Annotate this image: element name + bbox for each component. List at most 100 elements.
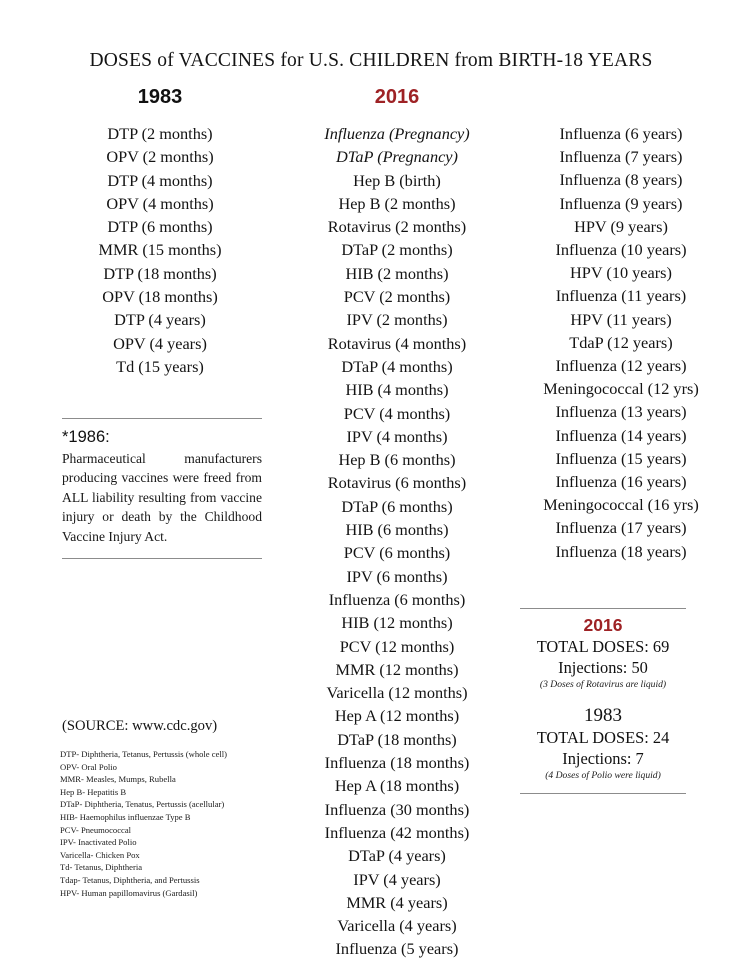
dose-item: Influenza (6 years) xyxy=(559,124,683,143)
page-title: DOSES of VACCINES for U.S. CHILDREN from… xyxy=(89,50,653,71)
dose-item: Hep B (birth) xyxy=(353,170,441,190)
dose-item: PCV (2 months) xyxy=(343,287,451,307)
dose-item: Influenza (16 years) xyxy=(555,472,687,492)
dose-item: Influenza (8 years) xyxy=(559,170,683,190)
dose-item: Meningococcal (16 yrs) xyxy=(543,495,699,515)
column-2016-second: Influenza (6 years) Influenza (7 years) In… xyxy=(508,86,734,563)
dose-item: DTP (4 years) xyxy=(114,310,206,330)
dose-item: HIB (2 months) xyxy=(345,263,449,283)
legend-item: HIB- Haemophilus influenzae Type B xyxy=(60,811,191,822)
dose-list-2016-second: Influenza (6 years) Influenza (7 years) In… xyxy=(508,122,734,563)
dose-item: Rotavirus (4 months) xyxy=(327,333,467,353)
dose-item: DTaP (18 months) xyxy=(337,729,457,749)
legend-item: Td- Tetanus, Diphtheria xyxy=(60,862,143,873)
legend-item: HPV- Human papillomavirus (Gardasil) xyxy=(60,887,198,898)
dose-item: Hep B (6 months) xyxy=(338,450,456,470)
dose-item: Influenza (10 years) xyxy=(555,240,687,260)
dose-item: MMR (15 months) xyxy=(98,240,222,260)
legend-item: DTaP- Diphtheria, Tenatus, Pertussis (ac… xyxy=(60,799,225,810)
source-line: (SOURCE: www.cdc.gov) xyxy=(62,718,218,734)
dose-item: Td (15 years) xyxy=(116,356,204,376)
note-box-1986: *1986: Pharmaceutical manufacturers prod… xyxy=(62,418,262,560)
dose-item: DTP (4 months) xyxy=(107,170,213,190)
legend-item: Hep B- Hepatitis B xyxy=(60,786,127,797)
legend-item: DTP- Diphtheria, Tetanus, Pertussis (who… xyxy=(60,749,228,759)
totals-rule-top xyxy=(520,608,686,609)
abbreviation-legend: DTP- Diphtheria, Tetanus, Pertussis (who… xyxy=(60,748,290,899)
dose-item: Influenza (5 years) xyxy=(335,939,459,959)
dose-item: DTP (6 months) xyxy=(107,217,213,237)
totals-note-1983: (4 Doses of Polio were liquid) xyxy=(545,770,661,781)
totals-year-2016: 2016 xyxy=(583,615,623,635)
dose-item: MMR (12 months) xyxy=(335,659,459,679)
legend-item: IPV- Inactivated Polio xyxy=(60,837,137,848)
dose-item: PCV (6 months) xyxy=(343,543,451,563)
dose-item: PCV (4 months) xyxy=(343,403,451,423)
legend-item: Tdap- Tetanus, Diphtheria, and Pertussis xyxy=(60,874,200,885)
dose-item: Influenza (15 years) xyxy=(555,448,687,468)
column-2016-first: 2016 Influenza (Pregnancy) DTaP (Pregnanc… xyxy=(288,86,506,961)
totals-injections-2016: Injections: 50 xyxy=(558,658,648,677)
dose-item: HPV (10 years) xyxy=(570,263,672,283)
totals-year-1983: 1983 xyxy=(584,705,622,726)
dose-list-2016-first: Influenza (Pregnancy) DTaP (Pregnancy) Hep… xyxy=(288,122,506,961)
totals-rule-bottom xyxy=(520,793,686,794)
dose-item: Influenza (14 years) xyxy=(555,425,687,445)
dose-item: DTaP (Pregnancy) xyxy=(336,147,458,167)
dose-item: IPV (2 months) xyxy=(346,310,448,330)
totals-injections-1983: Injections: 7 xyxy=(562,749,644,768)
dose-item: Rotavirus (2 months) xyxy=(327,217,467,237)
dose-item: DTaP (4 years) xyxy=(348,846,446,866)
dose-item: Hep A (18 months) xyxy=(334,776,460,796)
note-rule-bottom xyxy=(62,558,262,560)
column-heading-2016: 2016 xyxy=(374,86,420,108)
dose-item: Influenza (18 years) xyxy=(555,541,687,561)
note-title: *1986: xyxy=(62,428,110,446)
dose-item: Meningococcal (12 yrs) xyxy=(543,379,699,399)
dose-item: Influenza (30 months) xyxy=(324,799,470,819)
dose-item: Influenza (13 years) xyxy=(555,402,687,422)
dose-item: Influenza (18 months) xyxy=(324,753,470,773)
dose-item: Hep B (2 months) xyxy=(338,193,456,213)
dose-item: OPV (2 months) xyxy=(106,147,214,167)
dose-item: DTP (2 months) xyxy=(107,124,213,143)
dose-item: DTP (18 months) xyxy=(103,263,217,283)
dose-item: Hep A (12 months) xyxy=(334,706,460,726)
dose-item: Influenza (9 years) xyxy=(559,193,683,213)
dose-item: TdaP (12 years) xyxy=(569,332,673,352)
legend-item: PCV- Pneumococcal xyxy=(60,824,132,835)
dose-item: PCV (12 months) xyxy=(339,636,455,656)
dose-item: DTaP (4 months) xyxy=(341,356,453,376)
dose-item: MMR (4 years) xyxy=(346,892,448,912)
legend-item: MMR- Measles, Mumps, Rubella xyxy=(60,774,176,785)
column-heading-1983: 1983 xyxy=(137,86,183,108)
dose-item: Influenza (11 years) xyxy=(555,286,687,306)
column-1983: 1983 DTP (2 months) OPV (2 months) DTP (4 … xyxy=(40,86,280,378)
legend-item: Varicella- Chicken Pox xyxy=(60,849,140,860)
dose-item: OPV (4 years) xyxy=(113,333,207,353)
infographic-page: { "title": "DOSES of VACCINES for U.S. C… xyxy=(0,0,742,960)
dose-item: HIB (12 months) xyxy=(341,613,453,633)
dose-item: OPV (18 months) xyxy=(102,287,218,307)
dose-item: DTaP (2 months) xyxy=(341,240,453,260)
dose-item: DTaP (6 months) xyxy=(341,496,453,516)
legend-item: OPV- Oral Polio xyxy=(60,761,117,772)
dose-item: Influenza (42 months) xyxy=(324,822,470,842)
totals-doses-2016: TOTAL DOSES: 69 xyxy=(536,637,670,656)
dose-item: IPV (4 months) xyxy=(346,426,448,446)
note-body: Pharmaceutical manufacturers producing v… xyxy=(62,451,262,544)
dose-item: OPV (4 months) xyxy=(106,193,214,213)
totals-doses-1983: TOTAL DOSES: 24 xyxy=(536,728,670,747)
dose-item: IPV (6 months) xyxy=(346,566,448,586)
totals-box: 2016 TOTAL DOSES: 69 Injections: 50 (3 D… xyxy=(520,608,686,794)
dose-item: Influenza (Pregnancy) xyxy=(324,124,470,143)
dose-item: Influenza (6 months) xyxy=(328,589,466,609)
dose-item: Rotavirus (6 months) xyxy=(327,473,467,493)
dose-item: HIB (4 months) xyxy=(345,380,449,400)
dose-item: IPV (4 years) xyxy=(353,869,441,889)
dose-item: Influenza (17 years) xyxy=(555,518,687,538)
dose-item: Varicella (12 months) xyxy=(326,683,468,703)
dose-list-1983: DTP (2 months) OPV (2 months) DTP (4 month… xyxy=(40,122,280,378)
totals-note-2016: (3 Doses of Rotavirus are liquid) xyxy=(539,679,667,690)
dose-item: HPV (9 years) xyxy=(574,216,668,236)
